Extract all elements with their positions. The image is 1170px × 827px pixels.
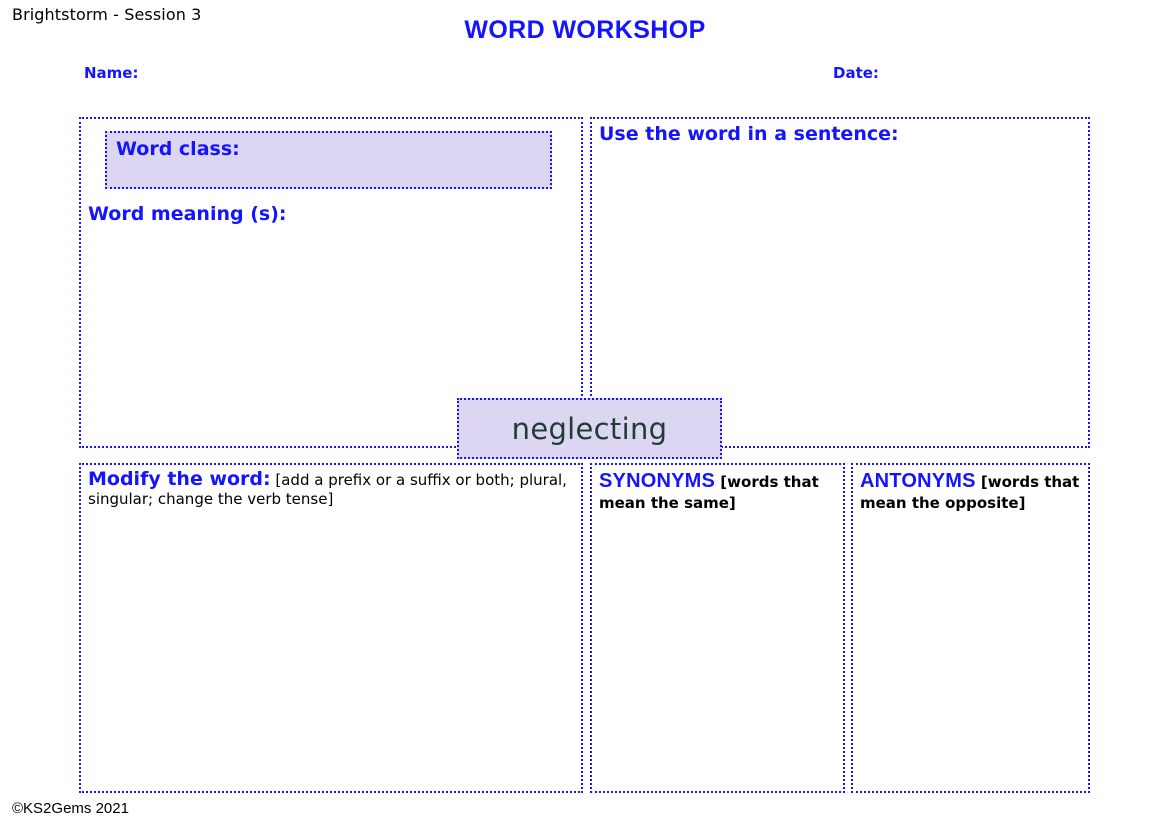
date-label: Date:	[833, 64, 879, 82]
worksheet-page: Brightstorm - Session 3 WORD WORKSHOP Na…	[0, 0, 1170, 827]
page-title: WORD WORKSHOP	[0, 16, 1170, 45]
word-meaning-label: Word meaning (s):	[88, 203, 286, 225]
synonyms-heading: SYNONYMS [words that mean the same]	[599, 469, 838, 512]
word-class-label: Word class:	[116, 138, 240, 160]
antonyms-panel[interactable]: ANTONYMS [words that mean the opposite]	[851, 463, 1090, 793]
name-label: Name:	[84, 64, 138, 82]
modify-heading: Modify the word: [add a prefix or a suff…	[88, 469, 574, 508]
copyright-notice: ©KS2Gems 2021	[12, 800, 129, 817]
focus-word-chip: neglecting	[457, 398, 722, 459]
synonyms-title: SYNONYMS	[599, 470, 715, 492]
sentence-label: Use the word in a sentence:	[599, 123, 899, 145]
modify-title: Modify the word:	[88, 468, 271, 490]
modify-word-panel[interactable]: Modify the word: [add a prefix or a suff…	[79, 463, 583, 793]
antonyms-title: ANTONYMS	[860, 470, 976, 492]
antonyms-heading: ANTONYMS [words that mean the opposite]	[860, 469, 1083, 512]
word-class-input[interactable]: Word class:	[105, 131, 552, 189]
synonyms-panel[interactable]: SYNONYMS [words that mean the same]	[590, 463, 845, 793]
focus-word-text: neglecting	[512, 412, 668, 446]
